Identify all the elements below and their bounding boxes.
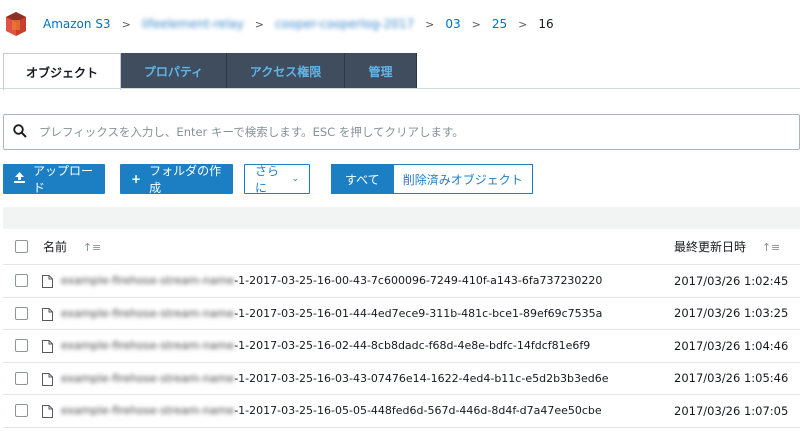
object-name-prefix: example-firehose-stream-name: [61, 339, 235, 353]
row-checkbox[interactable]: [15, 404, 28, 418]
object-name-suffix: -1-2017-03-25-16-03-43-07476e14-1622-4ed…: [234, 371, 609, 385]
upload-label: アップロード: [33, 164, 94, 195]
create-folder-label: フォルダの作成: [149, 164, 222, 195]
file-icon: [42, 372, 53, 389]
search-icon: [13, 123, 27, 141]
chevron-right-icon: >: [121, 17, 131, 31]
object-name-link[interactable]: example-firehose-stream-name-1-2017-03-2…: [61, 339, 590, 352]
plus-icon: +: [131, 172, 142, 186]
objects-table: 名前 ↑≡ 最終更新日時 ↑≡ example-firehose-stream-…: [3, 229, 800, 428]
object-name-prefix: example-firehose-stream-name: [61, 404, 235, 418]
tab-divider: [0, 88, 800, 89]
row-checkbox[interactable]: [15, 274, 28, 288]
object-name-link[interactable]: example-firehose-stream-name-1-2017-03-2…: [61, 372, 609, 385]
file-icon: [42, 340, 53, 356]
last-modified: 2017/03/26 1:02:45: [674, 273, 789, 288]
chevron-right-icon: >: [425, 17, 435, 31]
object-name-suffix: -1-2017-03-25-16-00-43-7c600096-7249-410…: [234, 274, 603, 288]
tab-bar: オブジェクト プロパティ アクセス権限 管理: [3, 53, 417, 90]
upload-button[interactable]: アップロード: [3, 164, 105, 195]
chevron-right-icon: >: [471, 17, 481, 31]
column-header-modified[interactable]: 最終更新日時: [674, 240, 746, 254]
table-header-row: 名前 ↑≡ 最終更新日時 ↑≡: [3, 229, 800, 265]
breadcrumb-prefix-link[interactable]: cooper-cooperlog-2017: [275, 17, 414, 31]
object-name-link[interactable]: example-firehose-stream-name-1-2017-03-2…: [61, 404, 602, 417]
table-header-band: [3, 207, 800, 229]
object-name-link[interactable]: example-firehose-stream-name-1-2017-03-2…: [61, 274, 602, 287]
object-name-prefix: example-firehose-stream-name: [61, 371, 235, 385]
table-row[interactable]: example-firehose-stream-name-1-2017-03-2…: [3, 298, 800, 330]
tab-properties[interactable]: プロパティ: [121, 53, 227, 89]
search-box[interactable]: [3, 114, 800, 150]
file-icon: [42, 405, 53, 421]
more-label: さらに: [255, 164, 280, 195]
version-toggle: すべて 削除済みオブジェクト: [331, 164, 533, 194]
more-actions-dropdown[interactable]: さらに ⌄: [244, 164, 310, 195]
object-name-link[interactable]: example-firehose-stream-name-1-2017-03-2…: [61, 307, 602, 320]
breadcrumb-bucket-link[interactable]: lifeelement-relay: [142, 17, 244, 31]
object-name-prefix: example-firehose-stream-name: [61, 306, 235, 320]
s3-logo-icon: [6, 12, 26, 36]
table-row[interactable]: example-firehose-stream-name-1-2017-03-2…: [3, 330, 800, 363]
tab-permissions[interactable]: アクセス権限: [227, 53, 345, 89]
breadcrumb-month-link[interactable]: 03: [445, 17, 460, 31]
show-deleted-toggle[interactable]: 削除済みオブジェクト: [393, 164, 533, 194]
search-input[interactable]: [39, 125, 739, 139]
object-name-suffix: -1-2017-03-25-16-05-05-448fed6d-567d-446…: [234, 404, 602, 418]
last-modified: 2017/03/26 1:03:25: [674, 306, 789, 321]
show-all-toggle[interactable]: すべて: [331, 164, 394, 194]
column-header-name[interactable]: 名前: [43, 240, 67, 254]
breadcrumb: Amazon S3 > lifeelement-relay > cooper-c…: [0, 0, 800, 48]
upload-icon: [14, 172, 25, 186]
breadcrumb-day-link[interactable]: 25: [492, 17, 507, 31]
last-modified: 2017/03/26 1:05:46: [674, 371, 789, 386]
toolbar: アップロード + フォルダの作成 さらに ⌄ すべて 削除済みオブジェクト: [3, 164, 533, 195]
object-name-suffix: -1-2017-03-25-16-02-44-8cb8dadc-f68d-4e8…: [234, 339, 591, 353]
create-folder-button[interactable]: + フォルダの作成: [120, 164, 233, 195]
table-row[interactable]: example-firehose-stream-name-1-2017-03-2…: [3, 265, 800, 298]
last-modified: 2017/03/26 1:07:05: [674, 403, 789, 418]
table-row[interactable]: example-firehose-stream-name-1-2017-03-2…: [3, 395, 800, 428]
sort-icon[interactable]: ↑≡: [762, 241, 780, 254]
breadcrumb-root-link[interactable]: Amazon S3: [43, 17, 111, 31]
row-checkbox[interactable]: [15, 371, 28, 385]
breadcrumb-current: 16: [538, 17, 554, 31]
chevron-right-icon: >: [254, 17, 264, 31]
tab-objects[interactable]: オブジェクト: [3, 53, 121, 90]
select-all-checkbox[interactable]: [15, 240, 28, 253]
file-icon: [42, 275, 53, 291]
sort-icon[interactable]: ↑≡: [83, 241, 101, 254]
chevron-down-icon: ⌄: [291, 174, 299, 184]
object-name-prefix: example-firehose-stream-name: [61, 274, 235, 288]
object-name-suffix: -1-2017-03-25-16-01-44-4ed7ece9-311b-481…: [234, 306, 603, 320]
last-modified: 2017/03/26 1:04:46: [674, 338, 789, 353]
tab-management[interactable]: 管理: [345, 53, 417, 89]
row-checkbox[interactable]: [15, 339, 28, 353]
chevron-right-icon: >: [518, 17, 528, 31]
file-icon: [42, 307, 53, 324]
row-checkbox[interactable]: [15, 306, 28, 320]
table-row[interactable]: example-firehose-stream-name-1-2017-03-2…: [3, 363, 800, 395]
